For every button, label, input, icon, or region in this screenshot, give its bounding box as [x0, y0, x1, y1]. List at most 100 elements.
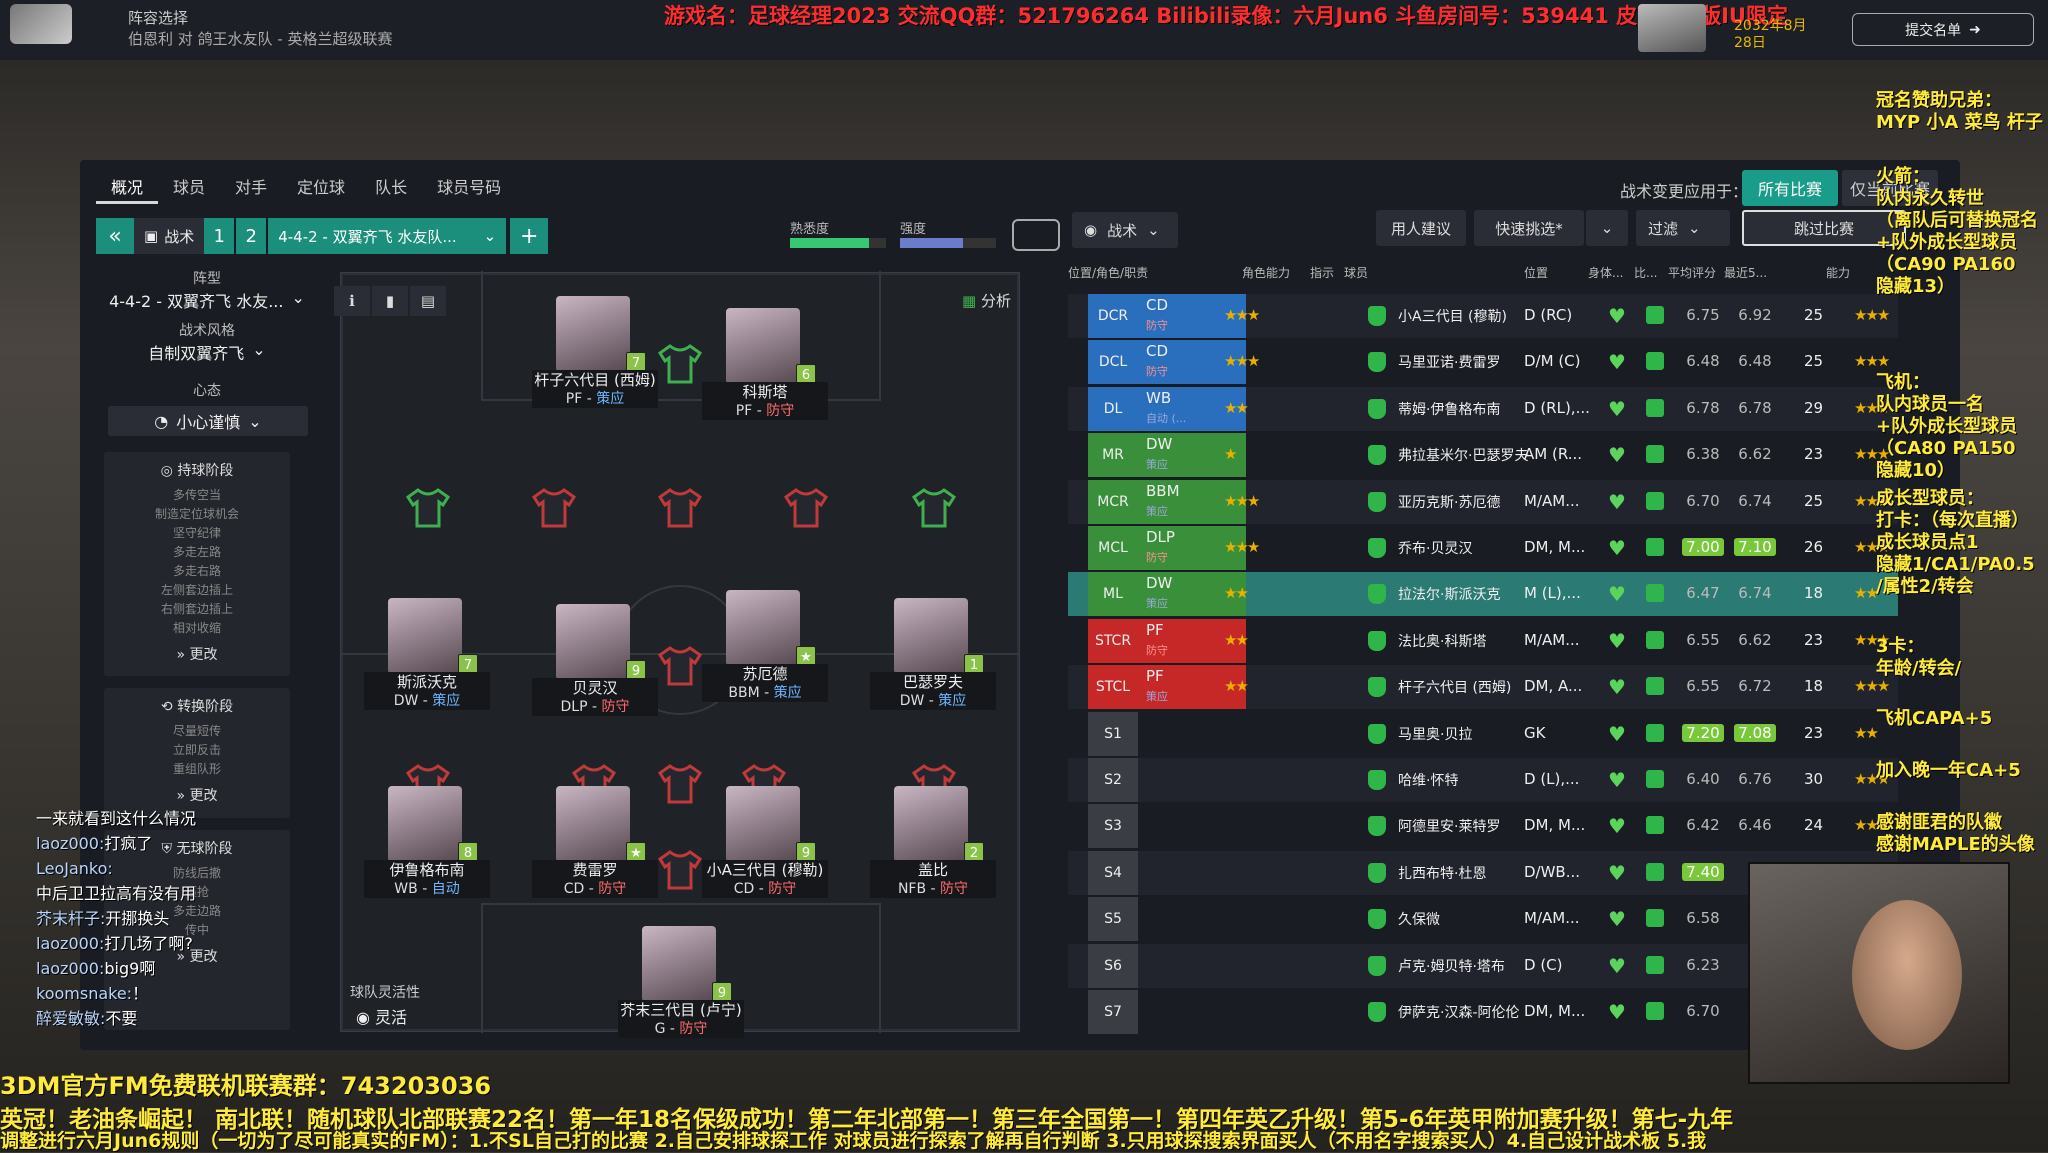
- player-role[interactable]: CD - 防守: [702, 880, 828, 898]
- player-name-cell[interactable]: 久保微: [1398, 909, 1440, 929]
- col-player[interactable]: 球员: [1344, 264, 1368, 281]
- table-row[interactable]: DCR CD 防守 ★★★ 小A三代目 (穆勒) D (RC) ♥ 6.75 6.92 25 ★★★: [1068, 294, 1898, 338]
- role-cell[interactable]: [1138, 851, 1246, 895]
- player-name-cell[interactable]: 小A三代目 (穆勒): [1398, 306, 1507, 326]
- role-cell[interactable]: [1138, 712, 1246, 756]
- shirt-icon[interactable]: [656, 344, 704, 384]
- table-row[interactable]: STCR PF 防守 ★★ 法比奥·科斯塔 M/AM... ♥ 6.55 6.62 23 ★★★: [1068, 618, 1898, 663]
- player-card[interactable]: 9 贝灵汉 DLP - 防守: [532, 604, 658, 716]
- shirt-icon[interactable]: [656, 488, 704, 528]
- tab-captains[interactable]: 队长: [360, 176, 422, 204]
- col-avg-rating[interactable]: 平均评分: [1668, 264, 1716, 281]
- player-card[interactable]: ★ 费雷罗 CD - 防守: [532, 786, 658, 898]
- apply-all-matches-button[interactable]: 所有比赛: [1742, 170, 1838, 206]
- table-row[interactable]: MR DW 策应 ★ 弗拉基米尔·巴瑟罗夫 AM (R... ♥ 6.38 6.62 23 ★★★: [1068, 433, 1898, 478]
- player-name-cell[interactable]: 亚历克斯·苏厄德: [1398, 492, 1500, 512]
- player-role[interactable]: DW - 策应: [870, 692, 996, 710]
- mentality-dropdown[interactable]: ◔ 小心谨慎 ⌄: [108, 406, 308, 436]
- tab-set-pieces[interactable]: 定位球: [282, 176, 360, 204]
- tactic-slot-2[interactable]: 2: [236, 218, 267, 254]
- shirt-icon[interactable]: [910, 488, 958, 528]
- toggle-view-button[interactable]: [1012, 219, 1060, 251]
- shirt-icon[interactable]: [656, 764, 704, 804]
- tactic-label[interactable]: ▣ 战术: [134, 218, 205, 254]
- player-role[interactable]: DW - 策应: [364, 692, 490, 710]
- info-icon[interactable]: ℹ: [334, 286, 370, 316]
- formation-dropdown[interactable]: 4-4-2 - 双翼齐飞 水友... ⌄: [104, 288, 310, 312]
- bar-chart-icon[interactable]: ▮: [372, 286, 408, 316]
- shirt-icon[interactable]: [656, 646, 704, 686]
- col-position-detail[interactable]: 位置: [1524, 264, 1548, 281]
- role-cell[interactable]: [1138, 804, 1246, 848]
- role-cell[interactable]: [1138, 758, 1246, 802]
- col-last-five[interactable]: 最近5...: [1724, 264, 1767, 281]
- col-match[interactable]: 比...: [1634, 264, 1657, 281]
- player-role[interactable]: PF - 策应: [532, 390, 658, 408]
- tab-opponent[interactable]: 对手: [220, 176, 282, 204]
- table-row[interactable]: STCL PF 策应 ★★ 杆子六代目 (西姆) DM, A... ♥ 6.55 6.72 18 ★…: [1068, 665, 1898, 710]
- role-cell[interactable]: [1138, 897, 1246, 941]
- player-name-cell[interactable]: 伊萨克·汉森-阿伦伦: [1398, 1002, 1520, 1022]
- player-name-cell[interactable]: 蒂姆·伊鲁格布南: [1398, 399, 1500, 419]
- player-name-cell[interactable]: 拉法尔·斯派沃克: [1398, 584, 1500, 604]
- table-row[interactable]: DL WB 自动 (... ★★ 蒂姆·伊鲁格布南 D (RL),... ♥ 6.78 6.78…: [1068, 386, 1898, 431]
- edit-transition-button[interactable]: » 更改: [104, 785, 290, 805]
- player-card[interactable]: 2 盖比 NFB - 防守: [870, 786, 996, 898]
- player-card[interactable]: 7 斯派沃克 DW - 策应: [364, 598, 490, 710]
- player-name-cell[interactable]: 马里奥·贝拉: [1398, 724, 1472, 744]
- tactic-slot-1[interactable]: 1: [204, 218, 235, 254]
- manager-avatar[interactable]: [1638, 4, 1706, 52]
- player-role[interactable]: NFB - 防守: [870, 880, 996, 898]
- player-name-cell[interactable]: 乔布·贝灵汉: [1398, 538, 1472, 558]
- col-condition[interactable]: 身体...: [1588, 264, 1623, 281]
- table-row[interactable]: S1 马里奥·贝拉 GK ♥ 7.20 7.08 23 ★★: [1068, 711, 1898, 756]
- player-card[interactable]: 7 杆子六代目 (西姆) PF - 策应: [532, 296, 658, 408]
- game-date[interactable]: 2032年8月28日: [1734, 18, 1814, 52]
- formation-select[interactable]: 4-4-2 - 双翼齐飞 水友队... ⌄: [268, 218, 507, 254]
- table-row[interactable]: MCL DLP 防守 ★★★ 乔布·贝灵汉 DM, M... ♥ 7.00 7.10 26 ★★★: [1068, 526, 1898, 570]
- col-instructions[interactable]: 指示: [1310, 264, 1334, 281]
- player-role[interactable]: WB - 自动: [364, 880, 490, 898]
- tactic-view-dropdown[interactable]: ◉ 战术 ⌄: [1072, 212, 1178, 248]
- table-row[interactable]: MCR BBM 策应 ★★★ 亚历克斯·苏厄德 M/AM... ♥ 6.70 6.74 25 ★★★: [1068, 479, 1898, 524]
- tab-players[interactable]: 球员: [158, 176, 220, 204]
- player-card[interactable]: 6 科斯塔 PF - 防守: [702, 308, 828, 420]
- player-name-cell[interactable]: 卢克·姆贝特·塔布: [1398, 956, 1505, 976]
- edit-in-possession-button[interactable]: » 更改: [104, 644, 290, 664]
- player-role[interactable]: CD - 防守: [532, 880, 658, 898]
- table-row[interactable]: DCL CD 防守 ★★★ 马里亚诺·费雷罗 D/M (C) ♥ 6.48 6.48 25 ★★★: [1068, 340, 1898, 385]
- quick-pick-dropdown[interactable]: ⌄: [1586, 210, 1628, 246]
- player-card[interactable]: 1 巴瑟罗夫 DW - 策应: [870, 598, 996, 710]
- add-tactic-button[interactable]: +: [510, 218, 549, 254]
- player-role[interactable]: G - 防守: [618, 1020, 744, 1038]
- table-row[interactable]: ML DW 策应 ★★ 拉法尔·斯派沃克 M (L),... ♥ 6.47 6.74 18 ★★: [1068, 572, 1898, 617]
- table-row[interactable]: S2 哈维·怀特 D (L),... ♥ 6.40 6.76 30 ★★★: [1068, 758, 1898, 802]
- player-card[interactable]: ★ 苏厄德 BBM - 策应: [702, 590, 828, 702]
- role-cell[interactable]: [1138, 990, 1246, 1034]
- style-dropdown[interactable]: 自制双翼齐飞 ⌄: [104, 340, 310, 364]
- player-card[interactable]: 9 小A三代目 (穆勒) CD - 防守: [702, 786, 828, 898]
- shirt-icon[interactable]: [656, 850, 704, 890]
- notes-icon[interactable]: ▤: [410, 286, 446, 316]
- shirt-icon[interactable]: [404, 488, 452, 528]
- submit-team-button[interactable]: 提交名单 ➜: [1852, 13, 2034, 46]
- quick-pick-button[interactable]: 快速挑选*: [1474, 210, 1584, 246]
- player-card[interactable]: 8 伊鲁格布南 WB - 自动: [364, 786, 490, 898]
- role-cell[interactable]: [1138, 944, 1246, 988]
- advice-button[interactable]: 用人建议: [1376, 210, 1466, 246]
- club-logo[interactable]: [10, 4, 72, 44]
- collapse-button[interactable]: «: [96, 218, 134, 254]
- filter-dropdown[interactable]: 过滤 ⌄: [1636, 210, 1730, 246]
- player-role[interactable]: BBM - 策应: [702, 684, 828, 702]
- player-name-cell[interactable]: 哈维·怀特: [1398, 770, 1458, 790]
- tab-overview[interactable]: 概况: [96, 176, 159, 204]
- player-name-cell[interactable]: 法比奥·科斯塔: [1398, 631, 1486, 651]
- col-ability[interactable]: 能力: [1826, 264, 1850, 281]
- player-name-cell[interactable]: 弗拉基米尔·巴瑟罗夫: [1398, 445, 1528, 465]
- analysis-button[interactable]: ▦ 分析: [962, 290, 1011, 311]
- table-row[interactable]: S3 阿德里安·莱特罗 DM, M... ♥ 6.42 6.46 24 ★★★: [1068, 804, 1898, 849]
- shirt-icon[interactable]: [530, 488, 578, 528]
- shirt-icon[interactable]: [782, 488, 830, 528]
- player-role[interactable]: PF - 防守: [702, 402, 828, 420]
- player-card[interactable]: 9 芥末三代目 (卢宁) G - 防守: [618, 926, 744, 1038]
